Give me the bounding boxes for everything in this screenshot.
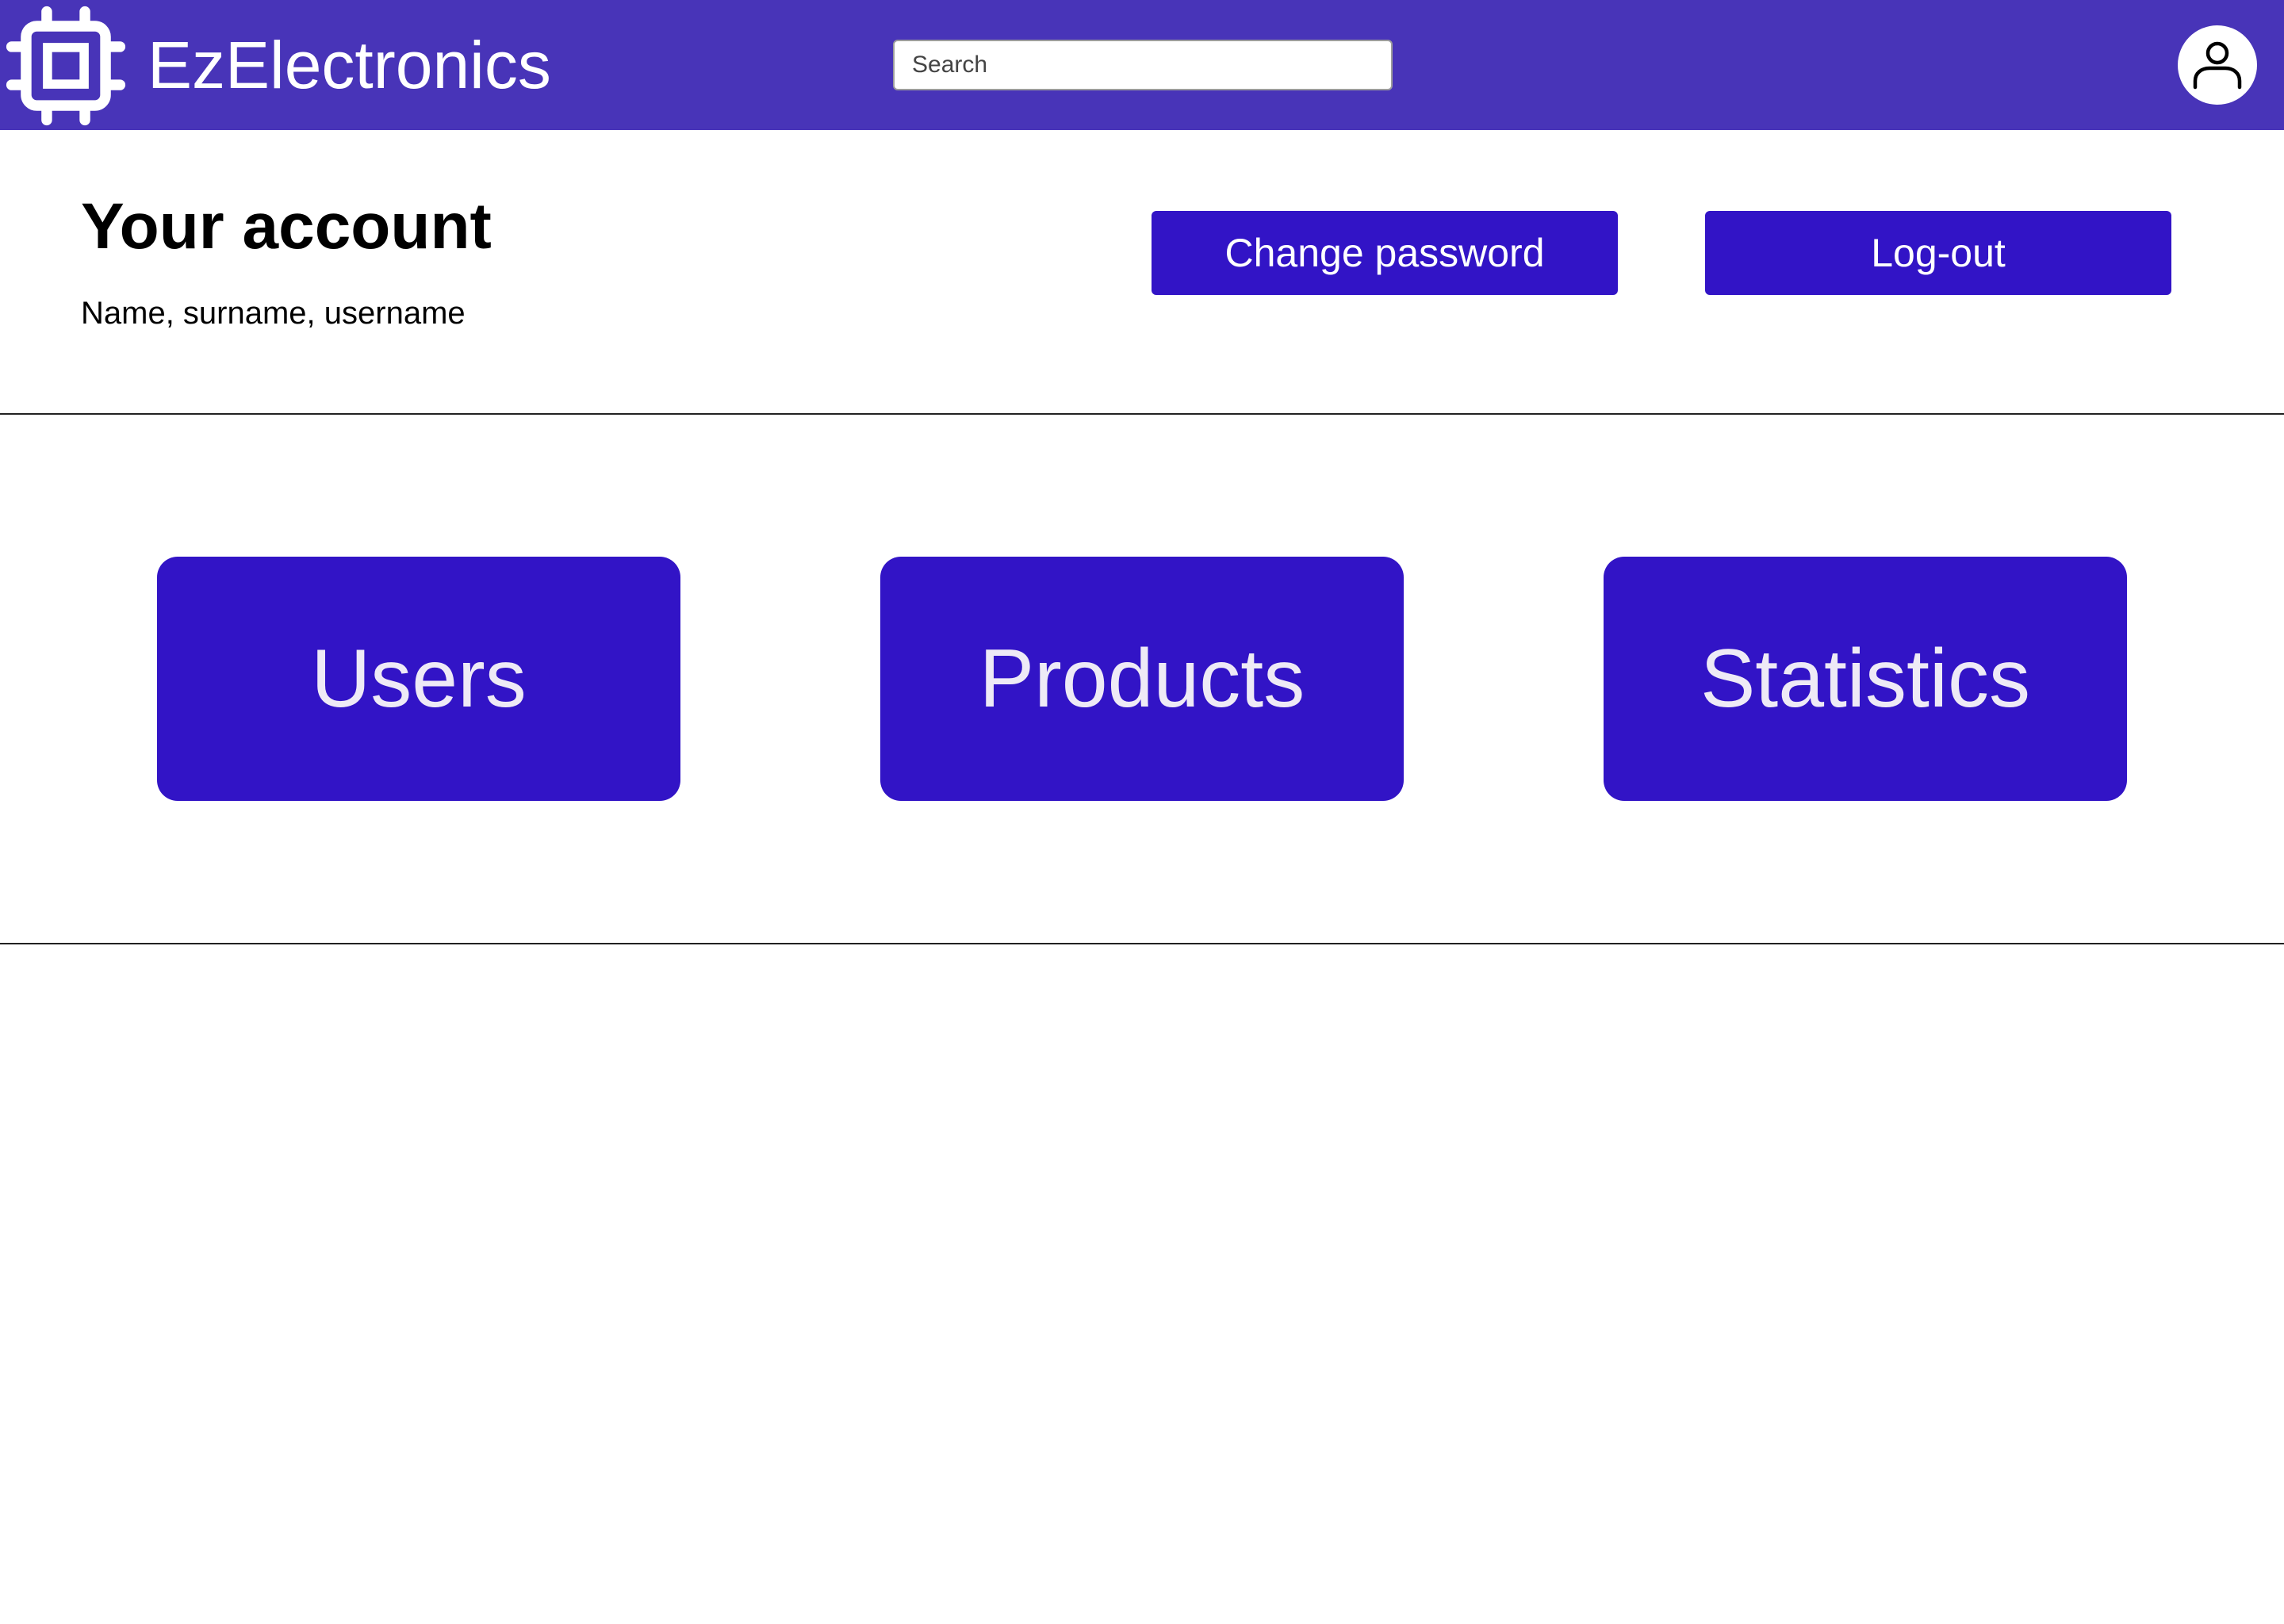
change-password-button[interactable]: Change password xyxy=(1152,211,1618,295)
page: EzElectronics Your account Name, surname… xyxy=(0,0,2284,1624)
profile-avatar-button[interactable] xyxy=(2178,25,2257,105)
page-title: Your account xyxy=(81,190,492,262)
divider xyxy=(0,943,2284,944)
divider xyxy=(0,413,2284,415)
logout-button[interactable]: Log-out xyxy=(1705,211,2171,295)
users-tile[interactable]: Users xyxy=(157,557,680,801)
user-icon xyxy=(2193,41,2242,90)
statistics-tile[interactable]: Statistics xyxy=(1604,557,2127,801)
cpu-chip-icon xyxy=(6,6,126,126)
brand-name: EzElectronics xyxy=(148,28,551,102)
account-details: Name, surname, username xyxy=(81,296,466,331)
search-input[interactable] xyxy=(893,40,1393,90)
products-tile[interactable]: Products xyxy=(880,557,1404,801)
top-bar: EzElectronics xyxy=(0,0,2284,130)
